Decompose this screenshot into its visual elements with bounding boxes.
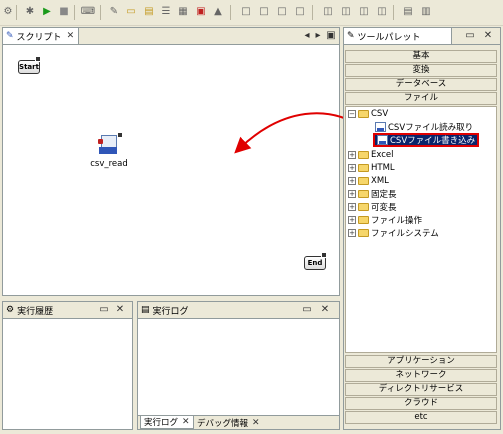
folder-icon (358, 216, 369, 224)
category-directory-service[interactable]: ディレクトリサービス (345, 383, 497, 396)
log-bottom-tabs: 実行ログ ✕ デバッグ情報 ✕ (138, 415, 339, 429)
tree-item-html[interactable]: + HTML (348, 162, 395, 174)
category-database[interactable]: データベース (345, 78, 497, 91)
tree-item-excel-label: Excel (371, 150, 394, 160)
tab-tool-palette[interactable]: ✎ ツールパレット (344, 28, 452, 44)
tree-item-file-ops[interactable]: + ファイル操作 (348, 214, 422, 226)
log-panel-header: ▤ 実行ログ ▭ ✕ (138, 302, 339, 319)
close-icon[interactable]: ✕ (482, 30, 494, 42)
log-icon: ▤ (141, 305, 150, 315)
tree-item-html-label: HTML (371, 163, 395, 173)
tree-item-fixed-length[interactable]: + 固定長 (348, 188, 397, 200)
tab-tool-palette-label: ツールパレット (357, 32, 421, 43)
category-file[interactable]: ファイル (345, 92, 497, 105)
category-application[interactable]: アプリケーション (345, 355, 497, 368)
expand-icon[interactable]: + (348, 151, 356, 159)
tree-item-variable-length-label: 可変長 (371, 203, 397, 213)
tab-log-bottom[interactable]: 実行ログ ✕ (140, 416, 194, 429)
tab-history[interactable]: ⚙ 実行履歴 (3, 302, 57, 318)
tree-item-csv-write[interactable]: CSVファイル書き込み (373, 133, 480, 147)
tree-item-file-ops-label: ファイル操作 (371, 216, 423, 226)
close-icon[interactable]: ✕ (114, 304, 126, 316)
expand-icon[interactable]: + (348, 164, 356, 172)
tab-log-bottom-label: 実行ログ (144, 418, 179, 428)
tab-log[interactable]: ▤ 実行ログ (138, 302, 193, 318)
close-icon[interactable]: ✕ (319, 304, 331, 316)
tree-item-csv-write-label: CSVファイル書き込み (390, 136, 476, 146)
minimize-icon[interactable]: ▭ (301, 304, 313, 316)
tab-log-label: 実行ログ (152, 306, 189, 317)
folder-icon (358, 203, 369, 211)
folder-icon (358, 177, 369, 185)
tree-item-xml[interactable]: + XML (348, 175, 389, 187)
minimize-icon[interactable]: ▭ (98, 304, 110, 316)
tree-item-filesystem-label: ファイルシステム (371, 229, 439, 239)
tab-debug-info[interactable]: デバッグ情報 ✕ (194, 416, 263, 429)
category-etc[interactable]: etc (345, 411, 497, 424)
log-panel: ▤ 実行ログ ▭ ✕ 実行ログ ✕ デバッグ情報 ✕ (137, 301, 340, 430)
expand-icon[interactable]: + (348, 203, 356, 211)
history-panel-header: ⚙ 実行履歴 ▭ ✕ (3, 302, 132, 319)
tree-item-xml-label: XML (371, 176, 389, 186)
csv-file-icon (375, 122, 386, 132)
tab-history-label: 実行履歴 (17, 306, 54, 317)
history-panel: ⚙ 実行履歴 ▭ ✕ (2, 301, 133, 430)
csv-file-icon (377, 135, 388, 145)
category-transform[interactable]: 変換 (345, 64, 497, 77)
history-icon: ⚙ (6, 305, 15, 315)
collapse-icon[interactable]: − (348, 110, 356, 118)
tree-item-csv-read[interactable]: CSVファイル読み取り (375, 121, 473, 133)
tree-item-csv-label: CSV (371, 109, 389, 119)
folder-icon (358, 151, 369, 159)
expand-icon[interactable]: + (348, 190, 356, 198)
minimize-icon[interactable]: ▭ (464, 30, 476, 42)
tree-item-csv-read-label: CSVファイル読み取り (388, 123, 474, 133)
folder-icon (358, 190, 369, 198)
tree-item-variable-length[interactable]: + 可変長 (348, 201, 397, 213)
tree-item-fixed-length-label: 固定長 (371, 190, 397, 200)
expand-icon[interactable]: + (348, 216, 356, 224)
tree-item-filesystem[interactable]: + ファイルシステム (348, 227, 439, 239)
category-cloud[interactable]: クラウド (345, 397, 497, 410)
category-network[interactable]: ネットワーク (345, 369, 497, 382)
category-basic[interactable]: 基本 (345, 50, 497, 63)
expand-icon[interactable]: + (348, 229, 356, 237)
tree-item-csv[interactable]: − CSV (348, 108, 388, 120)
palette-icon: ✎ (347, 31, 355, 41)
expand-icon[interactable]: + (348, 177, 356, 185)
folder-icon (358, 229, 369, 237)
close-icon[interactable]: ✕ (252, 418, 260, 428)
tool-palette-header: ✎ ツールパレット ▭ ✕ (344, 28, 500, 45)
tab-debug-info-label: デバッグ情報 (197, 418, 249, 429)
close-icon[interactable]: ✕ (182, 417, 190, 427)
folder-icon (358, 110, 369, 118)
folder-icon (358, 164, 369, 172)
tree-item-excel[interactable]: + Excel (348, 149, 394, 161)
